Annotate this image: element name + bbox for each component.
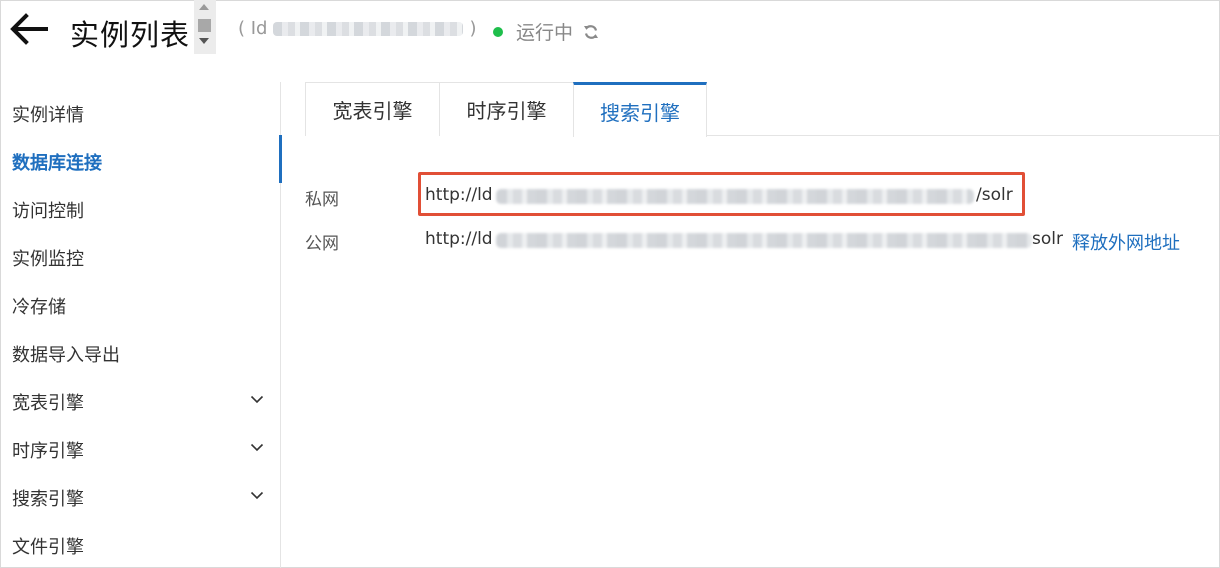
scroll-thumb[interactable]: [198, 19, 211, 32]
sidebar-item-label: 冷存储: [12, 297, 66, 318]
sidebar-item-label: 数据库连接: [12, 153, 102, 174]
title-scrollbar[interactable]: [194, 0, 216, 54]
private-url-redacted: [496, 189, 974, 204]
page-title: 实例列表: [70, 18, 191, 52]
sidebar-item-label: 宽表引擎: [12, 393, 84, 414]
engine-tabs: 宽表引擎 时序引擎 搜索引擎: [305, 82, 1220, 137]
status-badge: 运行中: [493, 18, 599, 45]
refresh-icon[interactable]: [583, 24, 599, 40]
tab-search-engine[interactable]: 搜索引擎: [573, 82, 707, 137]
status-text: 运行中: [516, 22, 574, 44]
sidebar: 实例详情 数据库连接 访问控制 实例监控 冷存储 数据导入导出 宽表引擎 时序引…: [1, 82, 282, 568]
tab-wide-table-engine[interactable]: 宽表引擎: [305, 82, 440, 136]
public-url-redacted: [496, 233, 1032, 248]
sidebar-item-wide-table-engine[interactable]: 宽表引擎: [1, 375, 281, 423]
scroll-up-arrow-icon[interactable]: [199, 4, 209, 10]
sidebar-item-label: 文件引擎: [12, 537, 84, 558]
sidebar-item-access-control[interactable]: 访问控制: [1, 183, 281, 231]
page-header: 实例列表 ( Id) 运行中: [0, 0, 1220, 62]
back-arrow-icon[interactable]: [8, 10, 50, 48]
sidebar-item-search-engine[interactable]: 搜索引擎: [1, 471, 281, 519]
sidebar-item-label: 访问控制: [12, 201, 84, 222]
public-url-prefix: http://ld: [425, 229, 493, 249]
sidebar-item-instance-details[interactable]: 实例详情: [1, 87, 281, 135]
sidebar-item-label: 搜索引擎: [12, 489, 84, 510]
chevron-down-icon[interactable]: [250, 392, 264, 406]
sidebar-item-label: 实例监控: [12, 249, 84, 270]
sidebar-item-data-import-export[interactable]: 数据导入导出: [1, 327, 281, 375]
sidebar-item-label: 实例详情: [12, 105, 84, 126]
chevron-down-icon[interactable]: [250, 440, 264, 454]
release-public-address-link[interactable]: 释放外网地址: [1072, 229, 1180, 255]
instance-id-redacted: [273, 22, 464, 36]
private-url-prefix: http://ld: [425, 185, 493, 205]
sidebar-item-timeseries-engine[interactable]: 时序引擎: [1, 423, 281, 471]
private-network-label: 私网: [305, 190, 339, 210]
instance-id-close: ): [469, 18, 477, 39]
instance-id-open: ( Id: [238, 18, 268, 39]
public-network-label: 公网: [305, 234, 339, 254]
sidebar-item-database-connection[interactable]: 数据库连接: [1, 135, 282, 183]
chevron-down-icon[interactable]: [250, 488, 264, 502]
private-url-suffix: /solr: [976, 185, 1013, 205]
sidebar-item-label: 数据导入导出: [12, 345, 120, 366]
status-dot-icon: [493, 26, 503, 37]
sidebar-item-label: 时序引擎: [12, 441, 84, 462]
instance-id: ( Id): [238, 18, 477, 39]
sidebar-item-instance-monitoring[interactable]: 实例监控: [1, 231, 281, 279]
sidebar-item-cold-storage[interactable]: 冷存储: [1, 279, 281, 327]
scroll-down-arrow-icon[interactable]: [199, 38, 209, 44]
public-url-suffix: solr: [1032, 229, 1063, 249]
tab-timeseries-engine[interactable]: 时序引擎: [439, 82, 574, 136]
sidebar-item-file-engine[interactable]: 文件引擎: [1, 519, 281, 567]
